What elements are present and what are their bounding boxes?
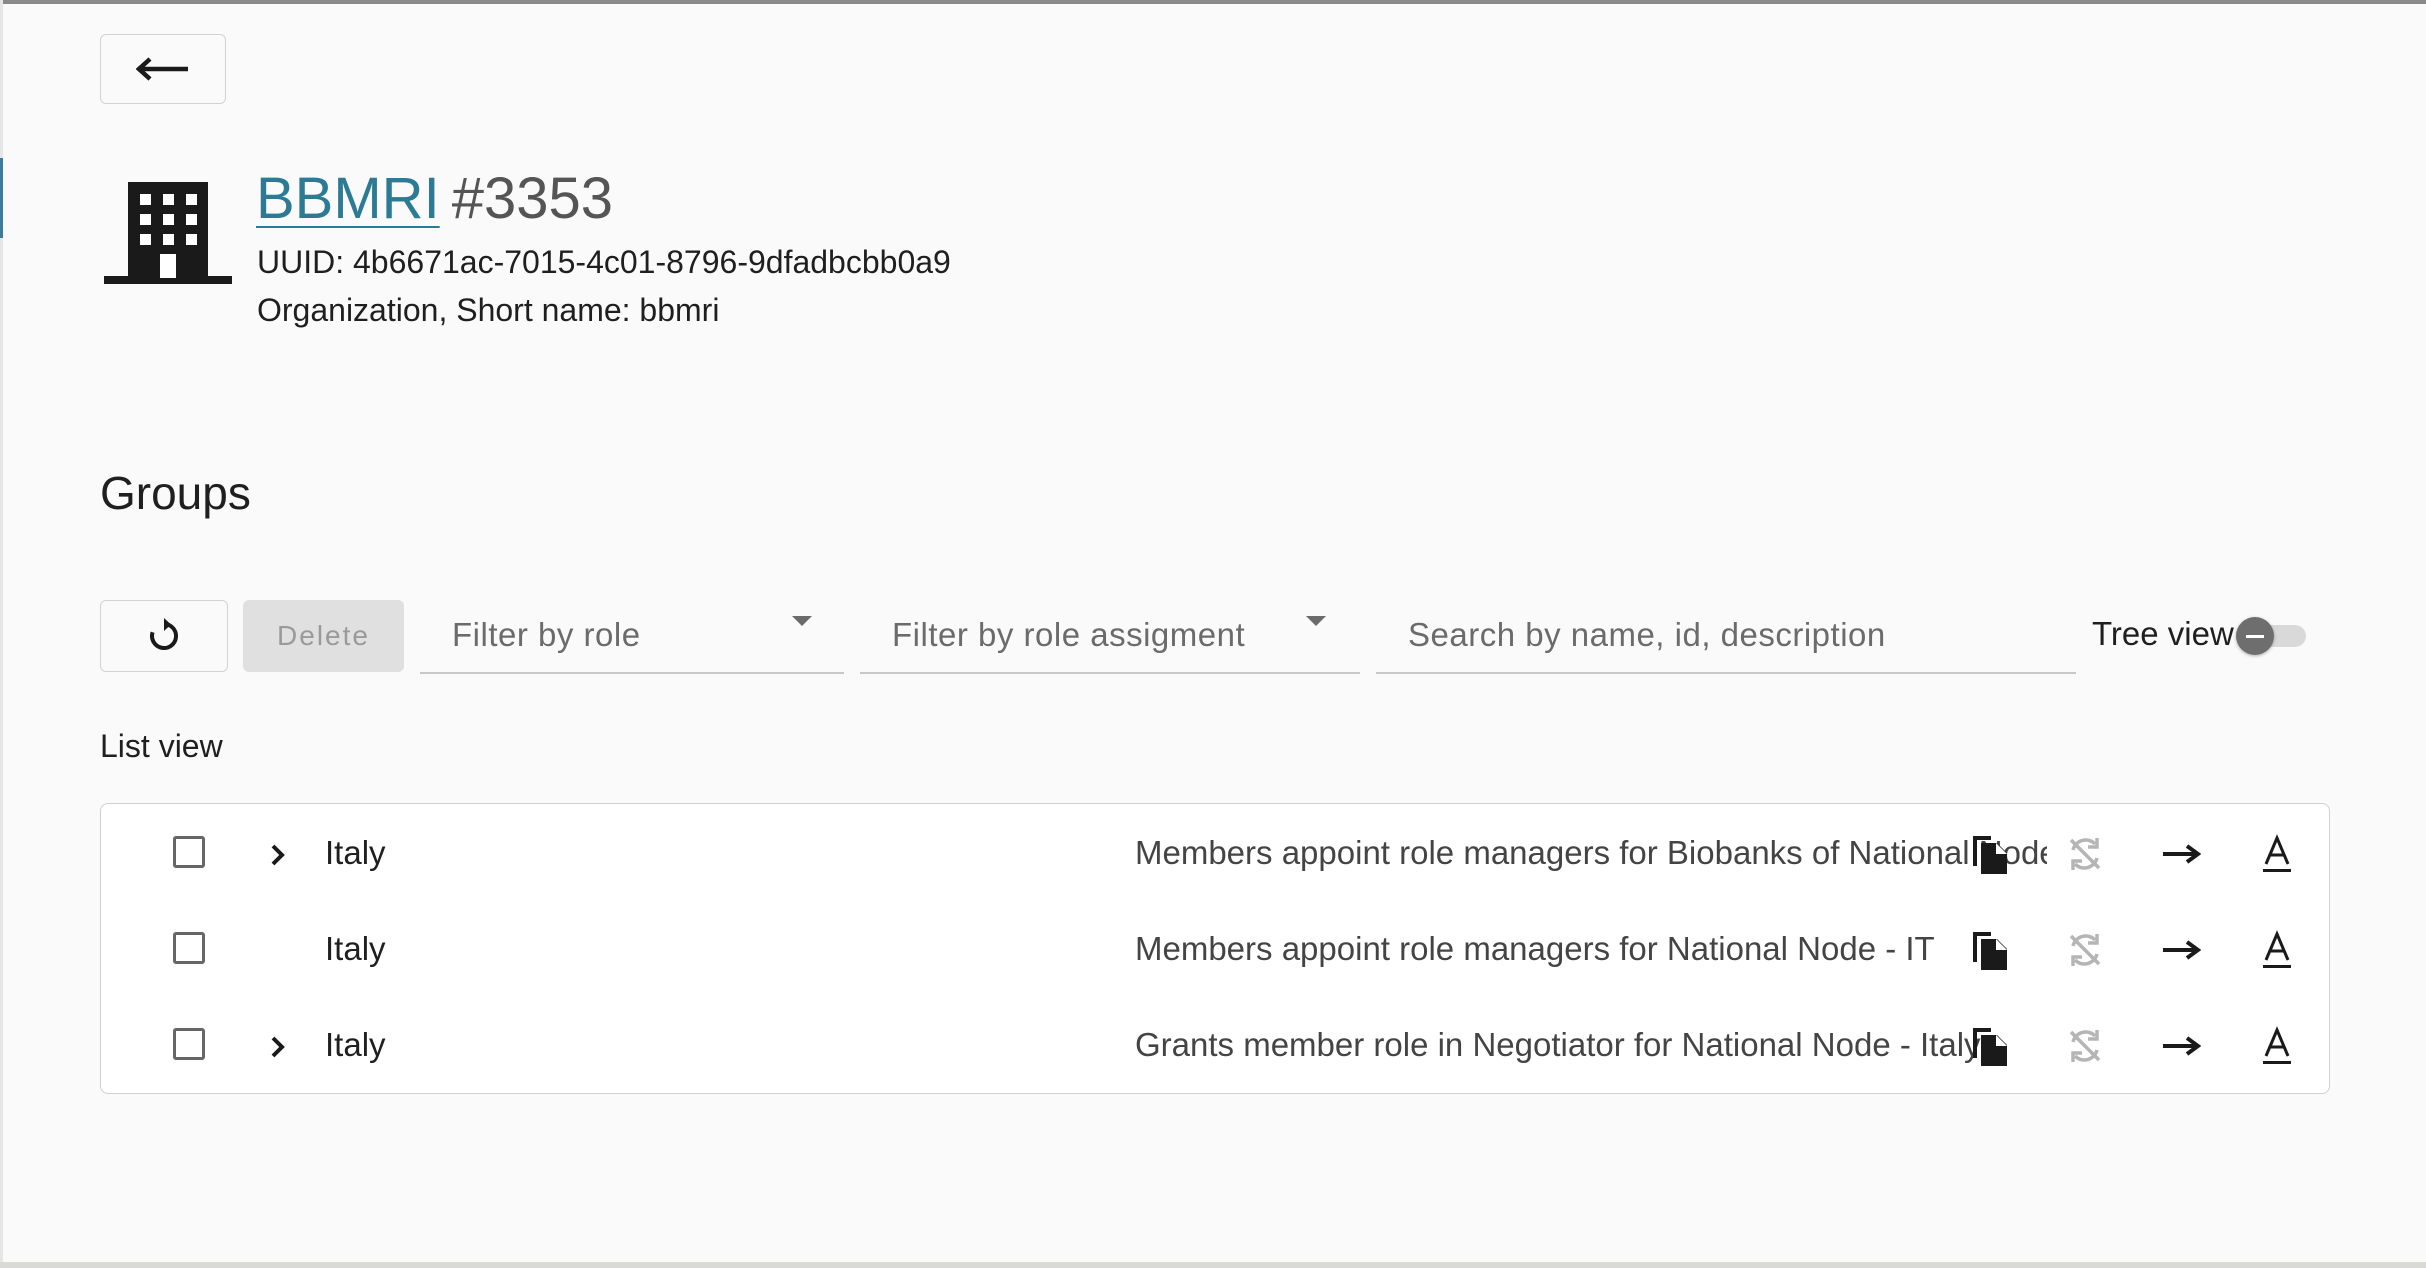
copy-button[interactable] <box>1965 830 2013 878</box>
search-input[interactable] <box>1376 600 2076 670</box>
tree-view-label: Tree view <box>2092 615 2234 652</box>
group-name[interactable]: Italy <box>325 1026 386 1064</box>
row-checkbox[interactable] <box>173 1028 205 1060</box>
sync-disabled-icon <box>2069 838 2101 870</box>
group-name[interactable]: Italy <box>325 930 386 968</box>
copy-icon <box>1973 932 2007 970</box>
building-icon <box>104 182 232 284</box>
text-format-icon <box>2263 834 2291 872</box>
group-name[interactable]: Italy <box>325 834 386 872</box>
filter-by-assignment-select[interactable]: Filter by role assigment <box>860 600 1360 674</box>
arrow-right-icon <box>2163 1036 2201 1056</box>
group-list: Italy Members appoint role managers for … <box>100 803 2330 1094</box>
refresh-button[interactable] <box>100 600 228 672</box>
sync-disabled-button[interactable] <box>2061 1022 2109 1070</box>
arrow-left-icon <box>136 57 188 81</box>
arrow-right-icon <box>2163 940 2201 960</box>
text-format-icon <box>2263 1026 2291 1064</box>
list-item: Italy Grants member role in Negotiator f… <box>101 996 2331 1092</box>
group-description: Members appoint role managers for Bioban… <box>1135 834 2047 871</box>
copy-icon <box>1973 836 2007 874</box>
organization-link[interactable]: BBMRI <box>256 166 440 231</box>
chevron-right-icon[interactable] <box>263 1032 293 1062</box>
filter-by-assignment-placeholder: Filter by role assigment <box>892 616 1246 653</box>
chevron-right-icon[interactable] <box>263 840 293 870</box>
sync-disabled-icon <box>2069 934 2101 966</box>
arrow-right-icon <box>2163 844 2201 864</box>
list-item: Italy Members appoint role managers for … <box>101 900 2331 996</box>
open-group-button[interactable] <box>2157 926 2205 974</box>
filter-by-role-placeholder: Filter by role <box>452 616 641 653</box>
rename-button[interactable] <box>2253 926 2301 974</box>
dropdown-caret-icon <box>1306 616 1326 626</box>
delete-button[interactable]: Delete <box>243 600 404 672</box>
copy-icon <box>1973 1028 2007 1066</box>
text-format-icon <box>2263 930 2291 968</box>
open-group-button[interactable] <box>2157 830 2205 878</box>
copy-button[interactable] <box>1965 926 2013 974</box>
tree-view-toggle[interactable] <box>2236 617 2312 655</box>
sidebar-accent <box>0 158 3 238</box>
page-title: BBMRI #3353 <box>256 162 613 236</box>
toggle-knob <box>2236 617 2274 655</box>
row-checkbox[interactable] <box>173 836 205 868</box>
sync-disabled-icon <box>2069 1030 2101 1062</box>
sync-disabled-button[interactable] <box>2061 926 2109 974</box>
filter-by-role-select[interactable]: Filter by role <box>420 600 844 674</box>
row-checkbox[interactable] <box>173 932 205 964</box>
dropdown-caret-icon <box>792 616 812 626</box>
refresh-icon <box>150 618 178 650</box>
window-bottom-border <box>0 1262 2426 1268</box>
back-button[interactable] <box>100 34 226 104</box>
group-description: Grants member role in Negotiator for Nat… <box>1135 1026 1981 1063</box>
rename-button[interactable] <box>2253 1022 2301 1070</box>
copy-button[interactable] <box>1965 1022 2013 1070</box>
sync-disabled-button[interactable] <box>2061 830 2109 878</box>
organization-uuid: UUID: 4b6671ac-7015-4c01-8796-9dfadbcbb0… <box>257 244 951 280</box>
list-item: Italy Members appoint role managers for … <box>101 804 2331 900</box>
organization-id: #3353 <box>451 166 613 231</box>
list-view-label: List view <box>100 728 223 764</box>
groups-heading: Groups <box>100 467 251 519</box>
organization-type: Organization, Short name: bbmri <box>257 292 720 328</box>
rename-button[interactable] <box>2253 830 2301 878</box>
open-group-button[interactable] <box>2157 1022 2205 1070</box>
group-description: Members appoint role managers for Nation… <box>1135 930 1935 967</box>
search-field[interactable] <box>1376 600 2076 674</box>
window-top-border <box>0 0 2426 4</box>
